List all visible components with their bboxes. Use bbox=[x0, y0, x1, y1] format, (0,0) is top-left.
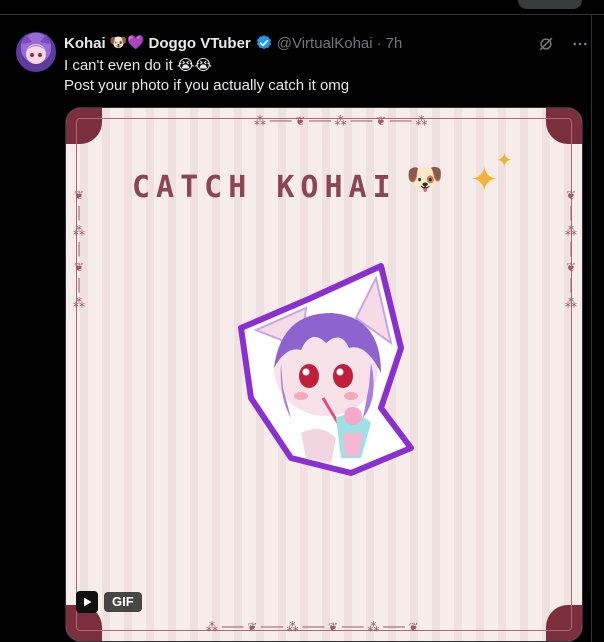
tweet-text: I can't even do it 😭😭 Post your photo if… bbox=[64, 56, 349, 96]
avatar-art bbox=[22, 34, 50, 64]
handle[interactable]: @VirtualKohai bbox=[277, 35, 373, 52]
top-button-edge[interactable] bbox=[518, 0, 582, 9]
more-icon[interactable] bbox=[571, 35, 589, 53]
play-icon[interactable] bbox=[76, 591, 98, 613]
avatar[interactable] bbox=[16, 32, 56, 72]
timestamp[interactable]: 7h bbox=[386, 35, 403, 52]
ornament: ⁂ ─── ❦ ─── ⁂ ─── ❦ ─── ⁂ bbox=[254, 114, 428, 128]
character-illustration bbox=[238, 263, 414, 476]
gif-badge[interactable]: GIF bbox=[76, 591, 142, 613]
tweet-text-line-1: I can't even do it 😭😭 bbox=[64, 57, 212, 74]
gif-label: GIF bbox=[104, 592, 142, 612]
gif-media[interactable]: ⁂ ─── ❦ ─── ⁂ ─── ❦ ─── ⁂ ⁂ ─── ❦ ─── ⁂ … bbox=[65, 107, 583, 642]
grok-icon[interactable] bbox=[537, 35, 555, 53]
dog-face-icon: 🐶 bbox=[406, 162, 444, 197]
sparkles-icon: ✦ bbox=[496, 148, 513, 172]
separator: · bbox=[376, 34, 382, 52]
ornament: ⁂ ─── ❦ ─── ⁂ ─── ❦ ─── ⁂ ─── ❦ bbox=[206, 620, 419, 634]
tweet-text-line-2: Post your photo if you actually catch it… bbox=[64, 77, 350, 94]
ornament: ❦ ── ⁂ ── ❦ ── ⁂ bbox=[72, 188, 86, 311]
tweet-actions-top bbox=[537, 35, 589, 53]
tweet-header: Kohai 🐶💜 Doggo VTuber @VirtualKohai · 7h bbox=[64, 33, 402, 53]
gif-title: CATCH KOHAI bbox=[132, 170, 397, 205]
ornament: ❦ ── ⁂ ── ❦ ── ⁂ bbox=[564, 188, 578, 311]
timeline-border bbox=[591, 14, 592, 642]
display-name[interactable]: Kohai bbox=[64, 35, 106, 52]
tweet[interactable]: Kohai 🐶💜 Doggo VTuber @VirtualKohai · 7h… bbox=[0, 15, 591, 642]
verified-badge-icon[interactable] bbox=[255, 34, 273, 52]
display-name-suffix[interactable]: Doggo VTuber bbox=[149, 35, 251, 52]
name-emojis: 🐶💜 bbox=[109, 35, 145, 51]
sparkles-icon: ✦ bbox=[470, 160, 499, 200]
